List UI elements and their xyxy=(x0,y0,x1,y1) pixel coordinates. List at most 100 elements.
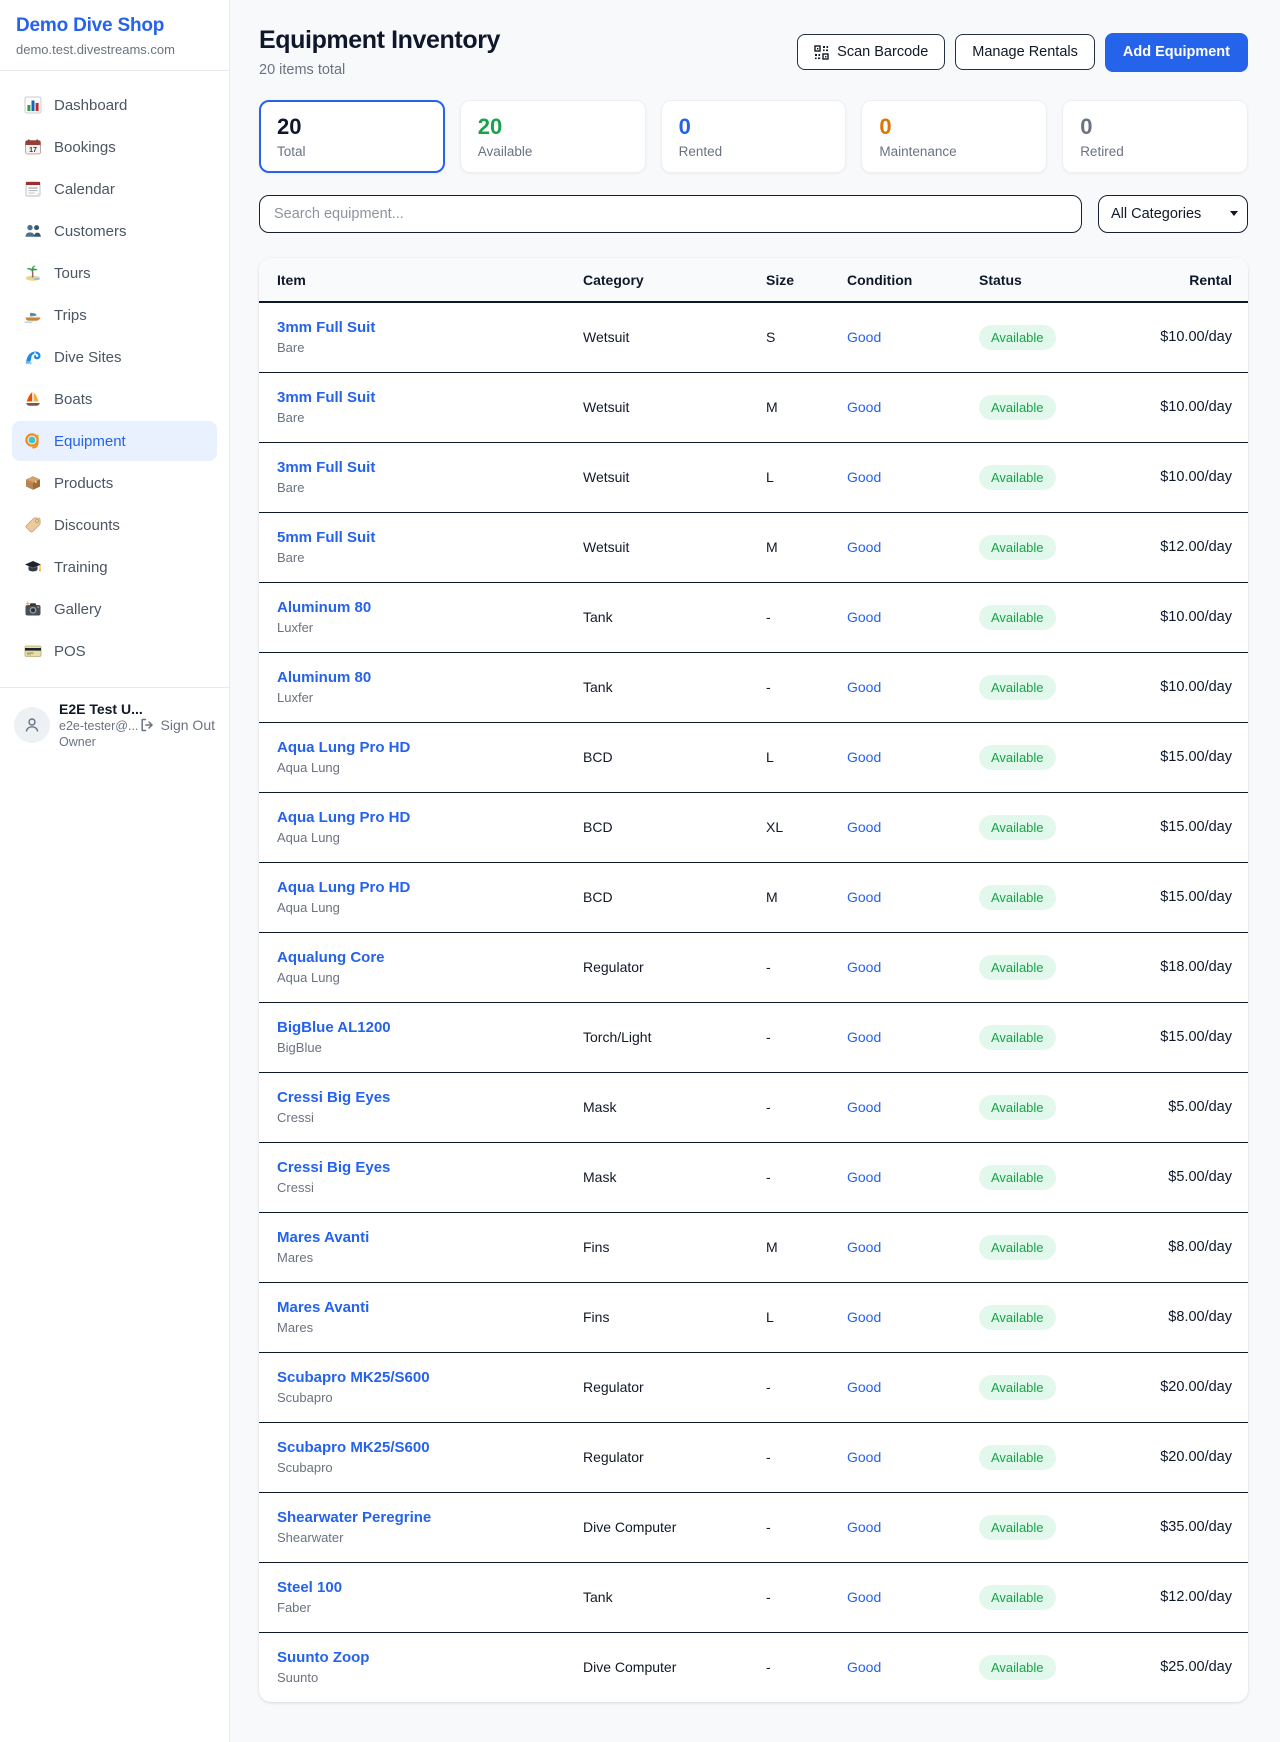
table-row: Steel 100 Faber Tank - Good Available $1… xyxy=(259,1562,1248,1632)
item-name-link[interactable]: 3mm Full Suit xyxy=(277,389,583,406)
condition-link[interactable]: Good xyxy=(847,1309,881,1325)
condition-link[interactable]: Good xyxy=(847,1169,881,1185)
sidebar-item-trips[interactable]: Trips xyxy=(12,295,217,335)
add-equipment-button[interactable]: Add Equipment xyxy=(1105,33,1248,72)
rental-price: $20.00/day xyxy=(1099,1422,1248,1492)
sidebar-item-equipment[interactable]: Equipment xyxy=(12,421,217,461)
manage-rentals-button[interactable]: Manage Rentals xyxy=(955,34,1095,70)
condition-link[interactable]: Good xyxy=(847,1029,881,1045)
stat-value: 20 xyxy=(478,114,628,140)
brand: Demo Dive Shop demo.test.divestreams.com xyxy=(0,0,229,71)
item-name-link[interactable]: BigBlue AL1200 xyxy=(277,1019,583,1036)
item-name-link[interactable]: Shearwater Peregrine xyxy=(277,1509,583,1526)
item-size: - xyxy=(766,1142,847,1212)
stat-value: 20 xyxy=(277,114,427,140)
condition-link[interactable]: Good xyxy=(847,469,881,485)
sidebar-item-label: Dashboard xyxy=(54,97,127,114)
sidebar-item-calendar[interactable]: Calendar xyxy=(12,169,217,209)
stat-card-total[interactable]: 20 Total xyxy=(259,100,445,173)
column-header-item: Item xyxy=(259,258,583,302)
item-name-link[interactable]: 5mm Full Suit xyxy=(277,529,583,546)
sidebar-item-training[interactable]: Training xyxy=(12,547,217,587)
item-name-link[interactable]: Steel 100 xyxy=(277,1579,583,1596)
condition-link[interactable]: Good xyxy=(847,1659,881,1675)
search-input[interactable] xyxy=(259,195,1082,233)
sidebar-item-customers[interactable]: Customers xyxy=(12,211,217,251)
condition-link[interactable]: Good xyxy=(847,749,881,765)
sign-out-button[interactable]: Sign Out xyxy=(139,717,215,733)
sidebar-item-label: Trips xyxy=(54,307,87,324)
item-category: Dive Computer xyxy=(583,1632,766,1702)
condition-link[interactable]: Good xyxy=(847,889,881,905)
item-brand: Bare xyxy=(277,550,583,565)
dive-sites-icon xyxy=(24,348,42,366)
rental-price: $10.00/day xyxy=(1099,372,1248,442)
item-name-link[interactable]: Scubapro MK25/S600 xyxy=(277,1439,583,1456)
stat-card-available[interactable]: 20 Available xyxy=(460,100,646,173)
item-name-link[interactable]: Aqua Lung Pro HD xyxy=(277,809,583,826)
item-name-link[interactable]: Mares Avanti xyxy=(277,1299,583,1316)
status-badge: Available xyxy=(979,1305,1056,1330)
item-name-link[interactable]: Cressi Big Eyes xyxy=(277,1159,583,1176)
item-brand: BigBlue xyxy=(277,1040,583,1055)
item-name-link[interactable]: Aluminum 80 xyxy=(277,669,583,686)
condition-link[interactable]: Good xyxy=(847,609,881,625)
condition-link[interactable]: Good xyxy=(847,1589,881,1605)
condition-link[interactable]: Good xyxy=(847,329,881,345)
item-name-link[interactable]: Mares Avanti xyxy=(277,1229,583,1246)
condition-link[interactable]: Good xyxy=(847,1239,881,1255)
item-name-link[interactable]: Scubapro MK25/S600 xyxy=(277,1369,583,1386)
rental-price: $10.00/day xyxy=(1099,652,1248,722)
sidebar-item-pos[interactable]: POS xyxy=(12,631,217,671)
item-brand: Bare xyxy=(277,410,583,425)
sidebar-item-dive-sites[interactable]: Dive Sites xyxy=(12,337,217,377)
user-name: E2E Test U... xyxy=(59,701,130,717)
rental-price: $12.00/day xyxy=(1099,1562,1248,1632)
item-name-link[interactable]: Aqualung Core xyxy=(277,949,583,966)
sidebar-item-dashboard[interactable]: Dashboard xyxy=(12,85,217,125)
item-size: - xyxy=(766,1632,847,1702)
condition-link[interactable]: Good xyxy=(847,1449,881,1465)
item-brand: Mares xyxy=(277,1320,583,1335)
condition-link[interactable]: Good xyxy=(847,959,881,975)
table-row: Aqua Lung Pro HD Aqua Lung BCD XL Good A… xyxy=(259,792,1248,862)
status-badge: Available xyxy=(979,325,1056,350)
item-name-link[interactable]: Cressi Big Eyes xyxy=(277,1089,583,1106)
sidebar-item-discounts[interactable]: Discounts xyxy=(12,505,217,545)
sidebar-item-products[interactable]: Products xyxy=(12,463,217,503)
condition-link[interactable]: Good xyxy=(847,539,881,555)
condition-link[interactable]: Good xyxy=(847,1519,881,1535)
category-select[interactable]: All Categories xyxy=(1098,195,1248,233)
item-category: Wetsuit xyxy=(583,442,766,512)
item-name-link[interactable]: 3mm Full Suit xyxy=(277,319,583,336)
condition-link[interactable]: Good xyxy=(847,399,881,415)
pos-icon xyxy=(24,642,42,660)
item-size: M xyxy=(766,512,847,582)
item-name-link[interactable]: 3mm Full Suit xyxy=(277,459,583,476)
table-row: Aqualung Core Aqua Lung Regulator - Good… xyxy=(259,932,1248,1002)
item-name-link[interactable]: Aluminum 80 xyxy=(277,599,583,616)
tours-icon xyxy=(24,264,42,282)
item-name-link[interactable]: Aqua Lung Pro HD xyxy=(277,739,583,756)
condition-link[interactable]: Good xyxy=(847,1379,881,1395)
item-brand: Bare xyxy=(277,480,583,495)
condition-link[interactable]: Good xyxy=(847,1099,881,1115)
sidebar-item-boats[interactable]: Boats xyxy=(12,379,217,419)
sidebar-item-bookings[interactable]: 17 Bookings xyxy=(12,127,217,167)
equipment-table-card: Item Category Size Condition Status Rent… xyxy=(259,258,1248,1702)
stat-card-retired[interactable]: 0 Retired xyxy=(1062,100,1248,173)
stat-card-maintenance[interactable]: 0 Maintenance xyxy=(861,100,1047,173)
brand-domain: demo.test.divestreams.com xyxy=(16,42,213,57)
item-name-link[interactable]: Aqua Lung Pro HD xyxy=(277,879,583,896)
item-brand: Aqua Lung xyxy=(277,900,583,915)
stat-value: 0 xyxy=(1080,114,1230,140)
item-size: L xyxy=(766,722,847,792)
item-name-link[interactable]: Suunto Zoop xyxy=(277,1649,583,1666)
condition-link[interactable]: Good xyxy=(847,679,881,695)
stat-card-rented[interactable]: 0 Rented xyxy=(661,100,847,173)
barcode-scan-icon xyxy=(814,45,829,60)
sidebar-item-gallery[interactable]: Gallery xyxy=(12,589,217,629)
sidebar-item-tours[interactable]: Tours xyxy=(12,253,217,293)
scan-barcode-button[interactable]: Scan Barcode xyxy=(797,34,945,70)
condition-link[interactable]: Good xyxy=(847,819,881,835)
